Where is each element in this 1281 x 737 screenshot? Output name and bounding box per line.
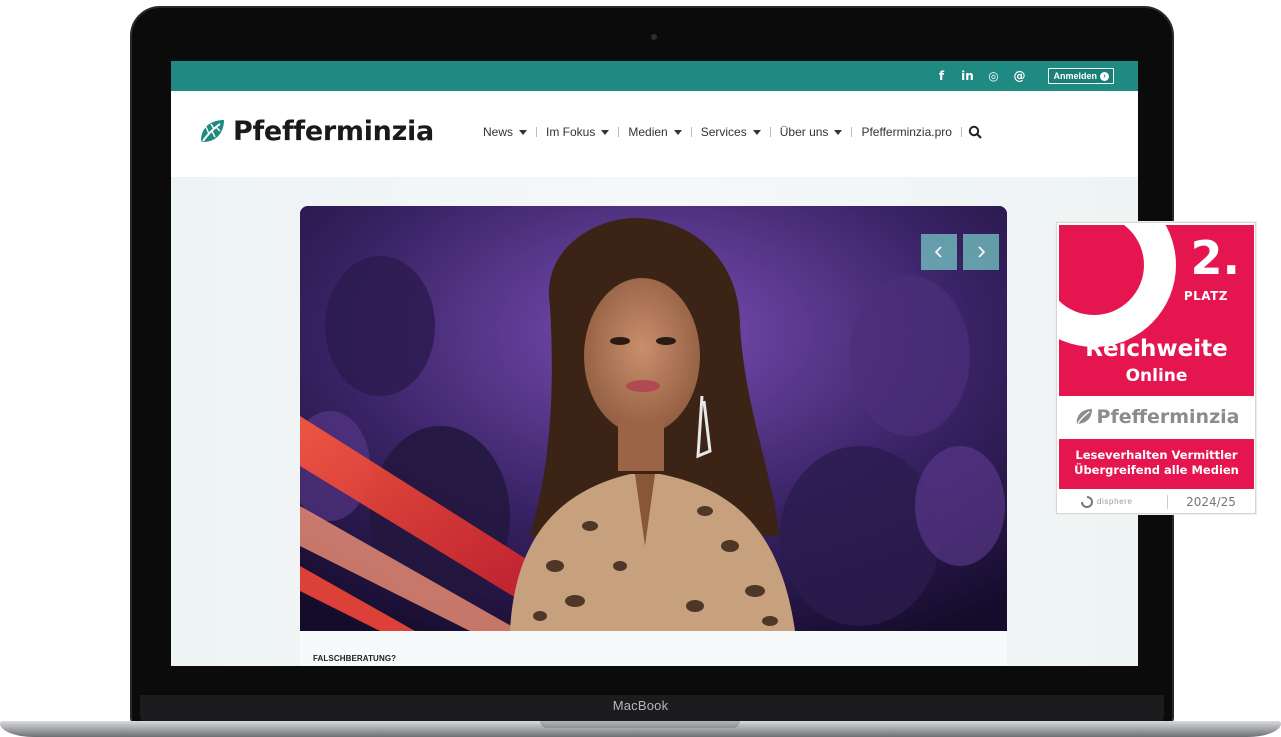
disphere-logo-icon bbox=[1081, 495, 1093, 508]
camera-icon bbox=[651, 34, 657, 40]
award-badge: 2. PLATZ Reichweite Online Pfefferminzia… bbox=[1056, 222, 1256, 514]
nav-item-im-fokus[interactable]: Im Fokus bbox=[537, 125, 618, 139]
badge-top-panel: 2. PLATZ Reichweite Online bbox=[1059, 225, 1254, 418]
site-header: Pfefferminzia News Im Fokus Medien Servi… bbox=[171, 91, 1138, 177]
instagram-icon[interactable]: ◎ bbox=[980, 69, 1006, 83]
caret-down-icon bbox=[673, 129, 682, 135]
top-bar: f in ◎ @ Anmelden › bbox=[171, 61, 1138, 91]
badge-year: 2024/25 bbox=[1186, 494, 1236, 509]
badge-logo-text: Pfefferminzia bbox=[1096, 406, 1240, 428]
hero-photo bbox=[300, 206, 1007, 631]
linkedin-icon[interactable]: in bbox=[954, 69, 980, 83]
nav-item-pfefferminzia-pro[interactable]: Pfefferminzia.pro bbox=[852, 125, 961, 139]
caret-down-icon bbox=[834, 129, 843, 135]
hero-slider-image[interactable] bbox=[300, 206, 1007, 631]
chevron-right-icon bbox=[978, 246, 986, 258]
badge-footer: disphere 2024/25 bbox=[1059, 490, 1254, 513]
nav-label: Pfefferminzia.pro bbox=[861, 125, 952, 139]
badge-place-label: PLATZ bbox=[1183, 289, 1228, 303]
nav-label: Im Fokus bbox=[546, 125, 596, 139]
chevron-left-icon bbox=[934, 246, 942, 258]
logo-text: Pfefferminzia bbox=[233, 116, 434, 147]
slider-next-button[interactable] bbox=[963, 234, 999, 270]
nav-label: Medien bbox=[628, 125, 668, 139]
badge-line-1: Leseverhalten Vermittler bbox=[1075, 448, 1238, 462]
device-label: MacBook bbox=[612, 698, 669, 713]
nav-item-medien[interactable]: Medien bbox=[619, 125, 690, 139]
nav-item-services[interactable]: Services bbox=[692, 125, 770, 139]
leaf-logo-icon bbox=[1076, 409, 1092, 424]
caret-down-icon bbox=[752, 129, 761, 135]
badge-logo: Pfefferminzia bbox=[1059, 396, 1254, 438]
nav-item-news[interactable]: News bbox=[474, 125, 536, 139]
login-button[interactable]: Anmelden › bbox=[1048, 68, 1114, 84]
main-nav: News Im Fokus Medien Services Über uns P… bbox=[474, 125, 982, 139]
caret-down-icon bbox=[601, 129, 610, 135]
laptop-notch bbox=[540, 721, 740, 728]
nav-separator bbox=[960, 127, 962, 137]
site-logo[interactable]: Pfefferminzia bbox=[197, 116, 434, 147]
article-kicker[interactable]: FALSCHBERATUNG? bbox=[313, 654, 396, 663]
facebook-icon[interactable]: f bbox=[928, 69, 954, 83]
badge-place: 2. bbox=[1190, 231, 1240, 285]
disphere-text: disphere bbox=[1097, 497, 1133, 506]
badge-subtitle: Online bbox=[1125, 366, 1188, 386]
login-label: Anmelden bbox=[1053, 71, 1097, 81]
badge-title: Reichweite bbox=[1085, 336, 1228, 362]
nav-item-ueber-uns[interactable]: Über uns bbox=[771, 125, 852, 139]
nav-label: News bbox=[483, 125, 514, 139]
website-screen: f in ◎ @ Anmelden › Pfefferminzia News I… bbox=[171, 61, 1138, 666]
search-icon[interactable] bbox=[968, 125, 982, 139]
badge-description: Leseverhalten Vermittler Übergreifend al… bbox=[1059, 439, 1254, 489]
nav-label: Über uns bbox=[779, 125, 829, 139]
hero-caption-bar bbox=[300, 631, 1007, 666]
caret-down-icon bbox=[519, 129, 528, 135]
badge-line-2: Übergreifend alle Medien bbox=[1074, 463, 1239, 477]
leaf-logo-icon bbox=[201, 119, 224, 142]
slider-prev-button[interactable] bbox=[921, 234, 957, 270]
promo-image: MacBook f in ◎ @ Anmelden › Pfefferminzi… bbox=[0, 0, 1281, 737]
threads-icon[interactable]: @ bbox=[1006, 69, 1032, 83]
nav-label: Services bbox=[700, 125, 747, 139]
arrow-right-icon: › bbox=[1100, 71, 1109, 81]
disphere-brand: disphere bbox=[1059, 495, 1167, 508]
